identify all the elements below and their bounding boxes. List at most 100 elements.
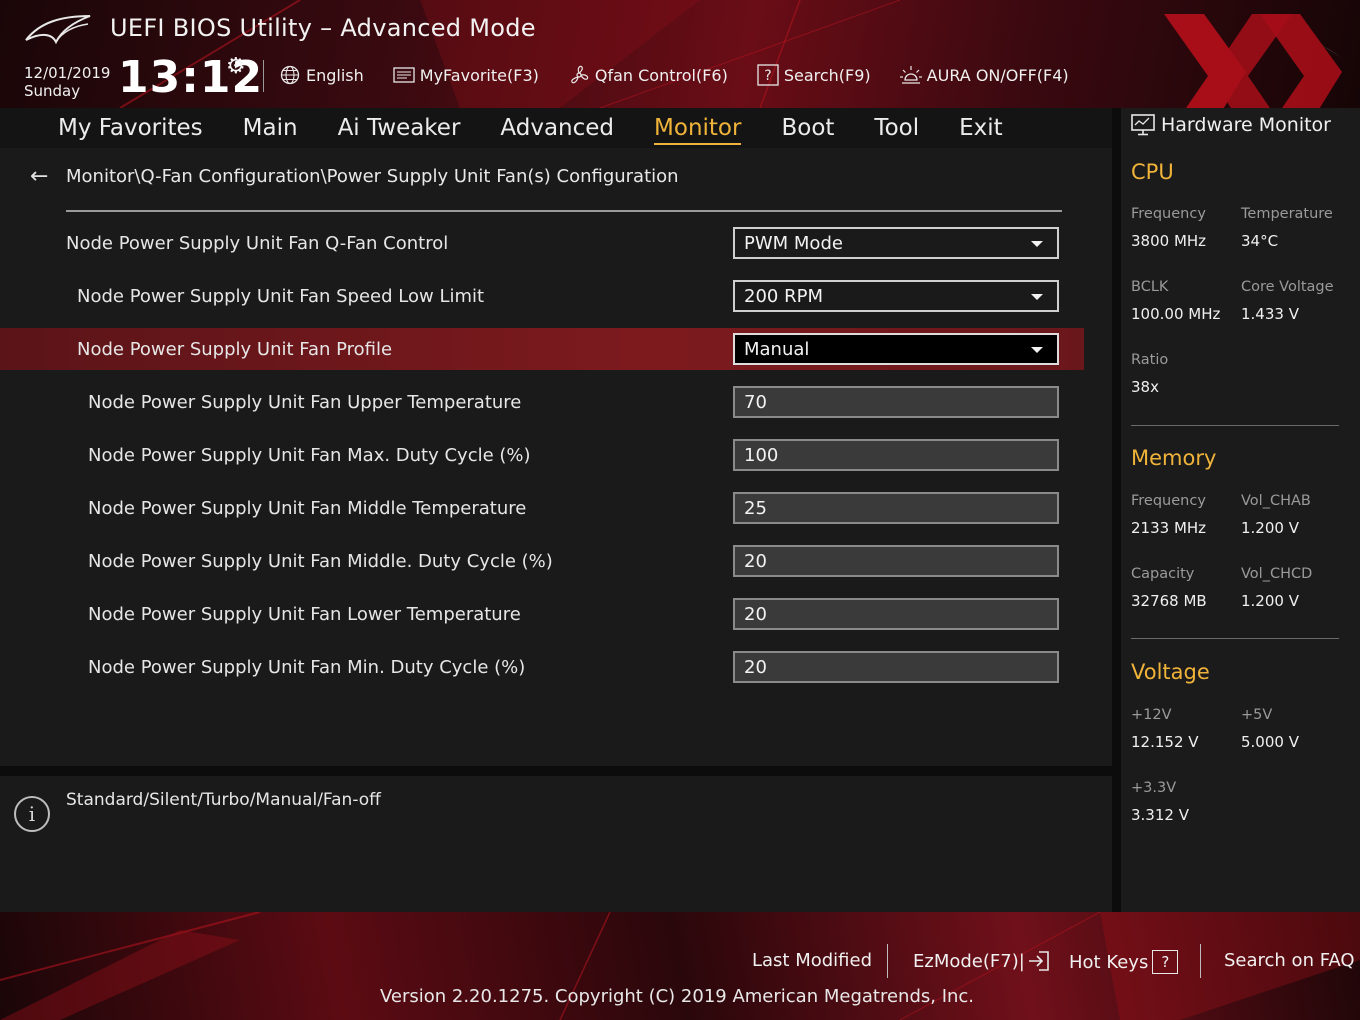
tab-my-favorites[interactable]: My Favorites — [58, 115, 203, 141]
aura-light-icon — [899, 64, 923, 86]
memory-frequency-value: 2133 MHz — [1131, 519, 1207, 537]
bclk-value: 100.00 MHz — [1131, 305, 1221, 323]
setting-label: Node Power Supply Unit Fan Middle. Duty … — [88, 550, 553, 572]
question-box-icon: ? — [1152, 950, 1179, 974]
lower-temperature-field[interactable]: 20 — [733, 598, 1059, 630]
field-value: 20 — [744, 550, 767, 572]
last-modified-label: Last Modified — [752, 950, 873, 971]
dropdown-value: Manual — [744, 338, 810, 360]
version-text: Version 2.20.1275. Copyright (C) 2019 Am… — [379, 986, 975, 1007]
tab-tool[interactable]: Tool — [874, 115, 919, 141]
rog-logo — [25, 15, 91, 45]
app-title: UEFI BIOS Utility – Advanced Mode — [110, 14, 536, 42]
aura-toggle-button[interactable]: AURA ON/OFF(F4) — [899, 64, 1069, 86]
setting-label: Node Power Supply Unit Fan Middle Temper… — [88, 497, 527, 519]
field-value: 20 — [744, 603, 767, 625]
middle-temperature-field[interactable]: 25 — [733, 492, 1059, 524]
tab-ai-tweaker[interactable]: Ai Tweaker — [338, 115, 461, 141]
search-on-faq-button[interactable]: Search on FAQ — [1224, 950, 1355, 971]
myfavorite-label: MyFavorite(F3) — [419, 65, 539, 85]
footer-bar: Last Modified EzMode(F7)| Hot Keys ? Sea… — [0, 912, 1360, 1020]
header-divider — [263, 60, 264, 92]
globe-icon — [278, 64, 302, 86]
main-nav: My Favorites Main Ai Tweaker Advanced Mo… — [0, 108, 1112, 148]
hardware-monitor-title: Hardware Monitor — [1131, 114, 1331, 136]
search-button[interactable]: ? Search(F9) — [756, 64, 871, 86]
breadcrumb-row: ← Monitor\Q-Fan Configuration\Power Supp… — [30, 164, 679, 189]
help-panel: i Standard/Silent/Turbo/Manual/Fan-off — [0, 776, 1112, 912]
setting-label: Node Power Supply Unit Fan Max. Duty Cyc… — [88, 444, 531, 466]
cpu-temperature-value: 34°C — [1241, 232, 1279, 250]
setting-row-speed-low-limit[interactable]: Node Power Supply Unit Fan Speed Low Lim… — [0, 275, 1084, 317]
tab-exit[interactable]: Exit — [959, 115, 1003, 141]
min-duty-cycle-field[interactable]: 20 — [733, 651, 1059, 683]
setting-row-fan-profile[interactable]: Node Power Supply Unit Fan Profile Manua… — [0, 328, 1084, 370]
hot-keys-button[interactable]: Hot Keys ? — [1069, 950, 1179, 974]
setting-row-middle-temperature[interactable]: Node Power Supply Unit Fan Middle Temper… — [0, 487, 1084, 529]
breadcrumb: Monitor\Q-Fan Configuration\Power Supply… — [66, 166, 679, 187]
ratio-label: Ratio — [1131, 352, 1169, 368]
info-icon: i — [14, 796, 50, 832]
setting-label: Node Power Supply Unit Fan Min. Duty Cyc… — [88, 656, 526, 678]
monitor-icon — [1131, 114, 1155, 136]
hot-keys-label: Hot Keys — [1069, 951, 1149, 973]
exit-to-icon — [1028, 951, 1049, 971]
fan-profile-dropdown[interactable]: Manual — [733, 333, 1059, 365]
setting-label: Node Power Supply Unit Fan Lower Tempera… — [88, 603, 521, 625]
field-value: 100 — [744, 444, 779, 466]
setting-row-qfan-control[interactable]: Node Power Supply Unit Fan Q-Fan Control… — [0, 222, 1084, 264]
middle-duty-cycle-field[interactable]: 20 — [733, 545, 1059, 577]
setting-row-middle-duty-cycle[interactable]: Node Power Supply Unit Fan Middle. Duty … — [0, 540, 1084, 582]
day-text: Sunday — [24, 82, 81, 100]
setting-label: Node Power Supply Unit Fan Q-Fan Control — [66, 232, 449, 254]
tab-main[interactable]: Main — [243, 115, 298, 141]
v33-label: +3.3V — [1131, 780, 1177, 796]
footer-divider — [1200, 944, 1201, 978]
tab-monitor[interactable]: Monitor — [654, 115, 742, 145]
v12-value: 12.152 V — [1131, 733, 1199, 751]
setting-label: Node Power Supply Unit Fan Upper Tempera… — [88, 391, 522, 413]
date-display: 12/01/2019 Sunday — [24, 64, 110, 100]
search-label: Search(F9) — [783, 65, 871, 85]
upper-temperature-field[interactable]: 70 — [733, 386, 1059, 418]
core-voltage-label: Core Voltage — [1241, 279, 1334, 295]
cpu-heading: CPU — [1131, 160, 1174, 184]
tab-advanced[interactable]: Advanced — [500, 115, 614, 141]
vol-chab-value: 1.200 V — [1241, 519, 1299, 537]
capacity-value: 32768 MB — [1131, 592, 1207, 610]
language-button[interactable]: English — [278, 64, 364, 86]
hardware-monitor-label: Hardware Monitor — [1161, 114, 1331, 136]
gear-icon[interactable]: ⚙ — [226, 54, 246, 79]
vol-chcd-label: Vol_CHCD — [1241, 566, 1313, 582]
v12-label: +12V — [1131, 707, 1172, 723]
header-bar: UEFI BIOS Utility – Advanced Mode 12/01/… — [0, 0, 1360, 108]
question-box-icon: ? — [756, 64, 780, 86]
footer-divider — [887, 944, 888, 978]
setting-label: Node Power Supply Unit Fan Speed Low Lim… — [77, 285, 485, 307]
myfavorite-button[interactable]: MyFavorite(F3) — [392, 64, 539, 86]
svg-text:?: ? — [764, 68, 771, 84]
v33-value: 3.312 V — [1131, 806, 1189, 824]
version-copyright: Version 2.20.1275. Copyright (C) 2019 Am… — [0, 986, 1360, 1007]
setting-row-min-duty-cycle[interactable]: Node Power Supply Unit Fan Min. Duty Cyc… — [0, 646, 1084, 688]
v5-value: 5.000 V — [1241, 733, 1299, 751]
speed-low-limit-dropdown[interactable]: 200 RPM — [733, 280, 1059, 312]
last-modified-button[interactable]: Last Modified — [752, 950, 872, 971]
vol-chcd-value: 1.200 V — [1241, 592, 1299, 610]
date-text: 12/01/2019 — [24, 64, 111, 82]
qfan-control-dropdown[interactable]: PWM Mode — [733, 227, 1059, 259]
setting-row-upper-temperature[interactable]: Node Power Supply Unit Fan Upper Tempera… — [0, 381, 1084, 423]
fan-icon — [567, 64, 591, 86]
qfan-control-label: Qfan Control(F6) — [594, 65, 728, 85]
ezmode-button[interactable]: EzMode(F7)| — [913, 950, 1051, 972]
setting-row-max-duty-cycle[interactable]: Node Power Supply Unit Fan Max. Duty Cyc… — [0, 434, 1084, 476]
setting-row-lower-temperature[interactable]: Node Power Supply Unit Fan Lower Tempera… — [0, 593, 1084, 635]
max-duty-cycle-field[interactable]: 100 — [733, 439, 1059, 471]
setting-label: Node Power Supply Unit Fan Profile — [77, 338, 393, 360]
bclk-label: BCLK — [1131, 279, 1169, 295]
qfan-control-button[interactable]: Qfan Control(F6) — [567, 64, 728, 86]
aura-toggle-label: AURA ON/OFF(F4) — [926, 65, 1069, 85]
back-arrow-icon[interactable]: ← — [30, 164, 60, 189]
tab-boot[interactable]: Boot — [781, 115, 834, 141]
field-value: 25 — [744, 497, 767, 519]
